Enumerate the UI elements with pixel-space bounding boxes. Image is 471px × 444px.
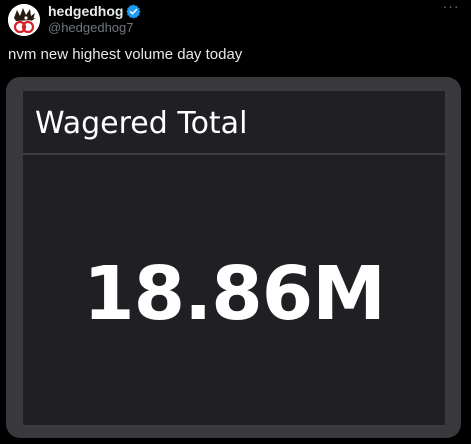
display-name[interactable]: hedgedhog xyxy=(48,3,123,19)
tweet: hedgedhog @hedgedhog7 ··· nvm new highes… xyxy=(0,0,471,444)
stat-panel-value: 18.86M xyxy=(83,251,386,337)
stat-panel: Wagered Total 18.86M xyxy=(21,89,447,427)
more-options-button[interactable]: ··· xyxy=(441,0,461,16)
stat-panel-header: Wagered Total xyxy=(23,91,445,155)
tweet-media-image[interactable]: Wagered Total 18.86M xyxy=(6,77,461,438)
ellipsis-icon: ··· xyxy=(442,0,460,14)
verified-badge-icon xyxy=(126,4,141,19)
hedgehog-logo-icon xyxy=(8,4,40,36)
tweet-text: nvm new highest volume day today xyxy=(8,46,243,63)
name-row: hedgedhog xyxy=(48,3,141,19)
stat-panel-title: Wagered Total xyxy=(35,106,248,141)
user-handle[interactable]: @hedgedhog7 xyxy=(48,20,141,35)
user-info: hedgedhog @hedgedhog7 xyxy=(48,3,141,35)
avatar[interactable] xyxy=(8,4,40,36)
